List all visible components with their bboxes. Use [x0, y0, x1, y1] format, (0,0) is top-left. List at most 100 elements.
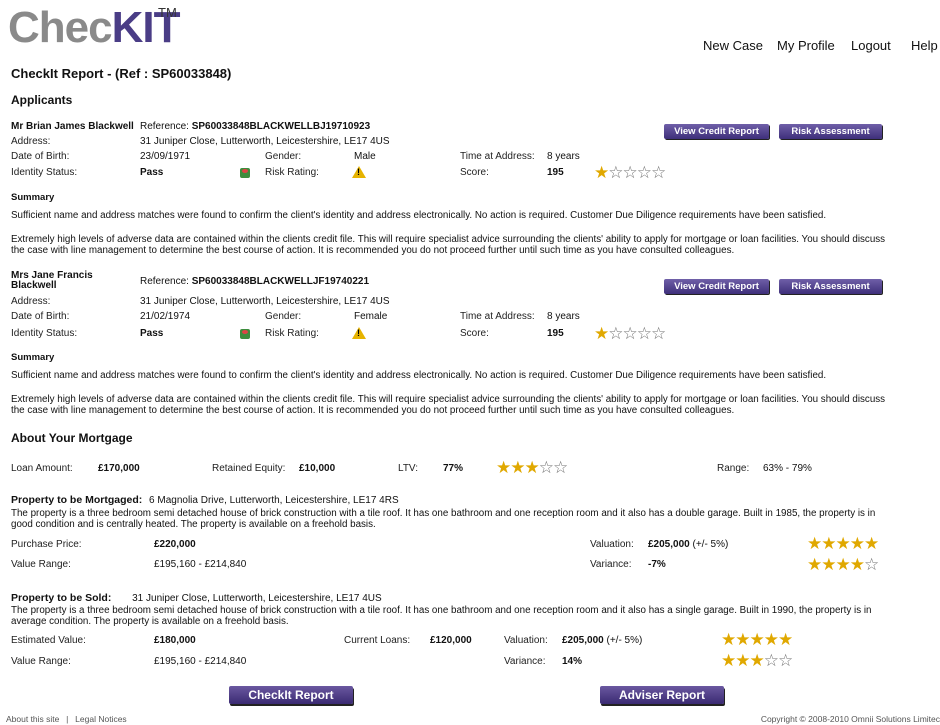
- risk-rating-label: Risk Rating:: [265, 167, 319, 178]
- ltv-stars: ★★★☆☆: [496, 458, 568, 477]
- property-mortgaged-description: The property is a three bedroom semi det…: [11, 508, 876, 530]
- view-credit-report-button[interactable]: View Credit Report: [664, 279, 769, 294]
- dob-value: 23/09/1971: [140, 151, 191, 162]
- checkit-logo[interactable]: ChecKIT TM: [8, 3, 180, 53]
- mortgage-heading: About Your Mortgage: [11, 431, 133, 445]
- star-filled-icon: ★: [524, 458, 540, 477]
- footer-links: About this site | Legal Notices: [6, 714, 127, 725]
- estimated-value-value: £180,000: [154, 635, 196, 646]
- ltv-label: LTV:: [398, 463, 419, 474]
- score-stars: ★☆☆☆☆: [594, 163, 666, 182]
- page-title: CheckIt Report - (Ref : SP60033848): [11, 66, 232, 81]
- star-filled-icon: ★: [849, 534, 865, 553]
- risk-assessment-button[interactable]: Risk Assessment: [779, 124, 882, 139]
- valuation-value: £205,000: [562, 635, 604, 646]
- current-loans-value: £120,000: [430, 635, 472, 646]
- gender-value: Female: [354, 311, 388, 322]
- about-site-link[interactable]: About this site: [6, 714, 59, 724]
- star-empty-icon: ☆: [538, 458, 554, 477]
- address-value: 31 Juniper Close, Lutterworth, Leicester…: [140, 296, 390, 307]
- star-filled-icon: ★: [864, 534, 879, 553]
- reference-label: Reference:: [140, 276, 189, 287]
- nav-my-profile[interactable]: My Profile: [777, 38, 835, 53]
- view-credit-report-button[interactable]: View Credit Report: [664, 124, 769, 139]
- valuation-label: Valuation:: [590, 539, 634, 550]
- reference-value: SP60033848BLACKWELLJF19740221: [191, 276, 370, 287]
- variance-value: -7%: [648, 559, 666, 570]
- identity-status-label: Identity Status:: [11, 328, 78, 339]
- score-label: Score:: [460, 328, 489, 339]
- warning-icon: [352, 166, 366, 178]
- identity-pass-icon: [240, 329, 250, 339]
- star-filled-icon: ★: [749, 630, 765, 649]
- summary-identity-text: Sufficient name and address matches were…: [11, 210, 827, 221]
- score-value: 195: [547, 328, 564, 339]
- value-range-label: Value Range:: [11, 559, 71, 570]
- time-at-address-label: Time at Address:: [460, 311, 535, 322]
- star-filled-icon: ★: [778, 630, 793, 649]
- applicant-name: Mr Brian James Blackwell: [11, 121, 134, 132]
- warning-icon: [352, 327, 366, 339]
- valuation-label: Valuation:: [504, 635, 548, 646]
- summary-credit-text: Extremely high levels of adverse data ar…: [11, 394, 886, 416]
- star-empty-icon: ☆: [636, 324, 652, 343]
- summary-credit-text: Extremely high levels of adverse data ar…: [11, 234, 886, 256]
- property-sold-description: The property is a three bedroom semi det…: [11, 605, 872, 627]
- retained-equity-value: £10,000: [299, 463, 336, 474]
- loan-amount-value: £170,000: [98, 463, 140, 474]
- star-filled-icon: ★: [807, 555, 822, 574]
- checkit-report-button[interactable]: CheckIt Report: [229, 686, 353, 704]
- value-range-value: £195,160 - £214,840: [154, 559, 247, 570]
- summary-identity-text: Sufficient name and address matches were…: [11, 370, 827, 381]
- nav-logout[interactable]: Logout: [851, 38, 891, 53]
- value-range-value: £195,160 - £214,840: [154, 656, 247, 667]
- star-empty-icon: ☆: [651, 163, 666, 182]
- logo-text-part1: Chec: [8, 3, 113, 52]
- current-loans-label: Current Loans:: [344, 635, 411, 646]
- summary-heading: Summary: [11, 352, 55, 363]
- variance-label: Variance:: [590, 559, 632, 570]
- nav-help[interactable]: Help: [911, 38, 938, 53]
- estimated-value-label: Estimated Value:: [11, 635, 86, 646]
- dob-value: 21/02/1974: [140, 311, 191, 322]
- loan-amount-label: Loan Amount:: [11, 463, 73, 474]
- reference-value: SP60033848BLACKWELLBJ19710923: [191, 121, 371, 132]
- applicants-heading: Applicants: [11, 93, 73, 107]
- identity-status-value: Pass: [140, 167, 164, 178]
- time-at-address-label: Time at Address:: [460, 151, 535, 162]
- variance-label: Variance:: [504, 656, 546, 667]
- star-empty-icon: ☆: [622, 324, 638, 343]
- star-empty-icon: ☆: [864, 555, 879, 574]
- score-value: 195: [547, 167, 564, 178]
- legal-notices-link[interactable]: Legal Notices: [75, 714, 127, 724]
- star-filled-icon: ★: [496, 458, 511, 477]
- range-label: Range:: [717, 463, 750, 474]
- adviser-report-button[interactable]: Adviser Report: [600, 686, 724, 704]
- gender-value: Male: [354, 151, 376, 162]
- identity-pass-icon: [240, 168, 250, 178]
- address-label: Address:: [11, 136, 51, 147]
- score-label: Score:: [460, 167, 489, 178]
- risk-rating-label: Risk Rating:: [265, 328, 319, 339]
- star-filled-icon: ★: [821, 534, 836, 553]
- risk-assessment-button[interactable]: Risk Assessment: [779, 279, 882, 294]
- star-empty-icon: ☆: [608, 163, 623, 182]
- retained-equity-label: Retained Equity:: [212, 463, 286, 474]
- variance-value: 14%: [562, 656, 583, 667]
- star-filled-icon: ★: [721, 651, 736, 670]
- property-mortgaged-address: 6 Magnolia Drive, Lutterworth, Leicester…: [149, 495, 399, 506]
- purchase-price-value: £220,000: [154, 539, 196, 550]
- valuation-note: (+/- 5%): [606, 635, 643, 646]
- star-filled-icon: ★: [594, 163, 609, 182]
- star-filled-icon: ★: [763, 630, 779, 649]
- copyright-text: Copyright © 2008-2010 Omnii Solutions Li…: [760, 714, 940, 724]
- star-empty-icon: ☆: [553, 458, 568, 477]
- valuation-value: £205,000: [648, 539, 690, 550]
- star-empty-icon: ☆: [763, 651, 779, 670]
- star-filled-icon: ★: [807, 534, 822, 553]
- nav-new-case[interactable]: New Case: [703, 38, 763, 53]
- star-empty-icon: ☆: [622, 163, 638, 182]
- gender-label: Gender:: [265, 151, 302, 162]
- star-empty-icon: ☆: [778, 651, 793, 670]
- address-value: 31 Juniper Close, Lutterworth, Leicester…: [140, 136, 390, 147]
